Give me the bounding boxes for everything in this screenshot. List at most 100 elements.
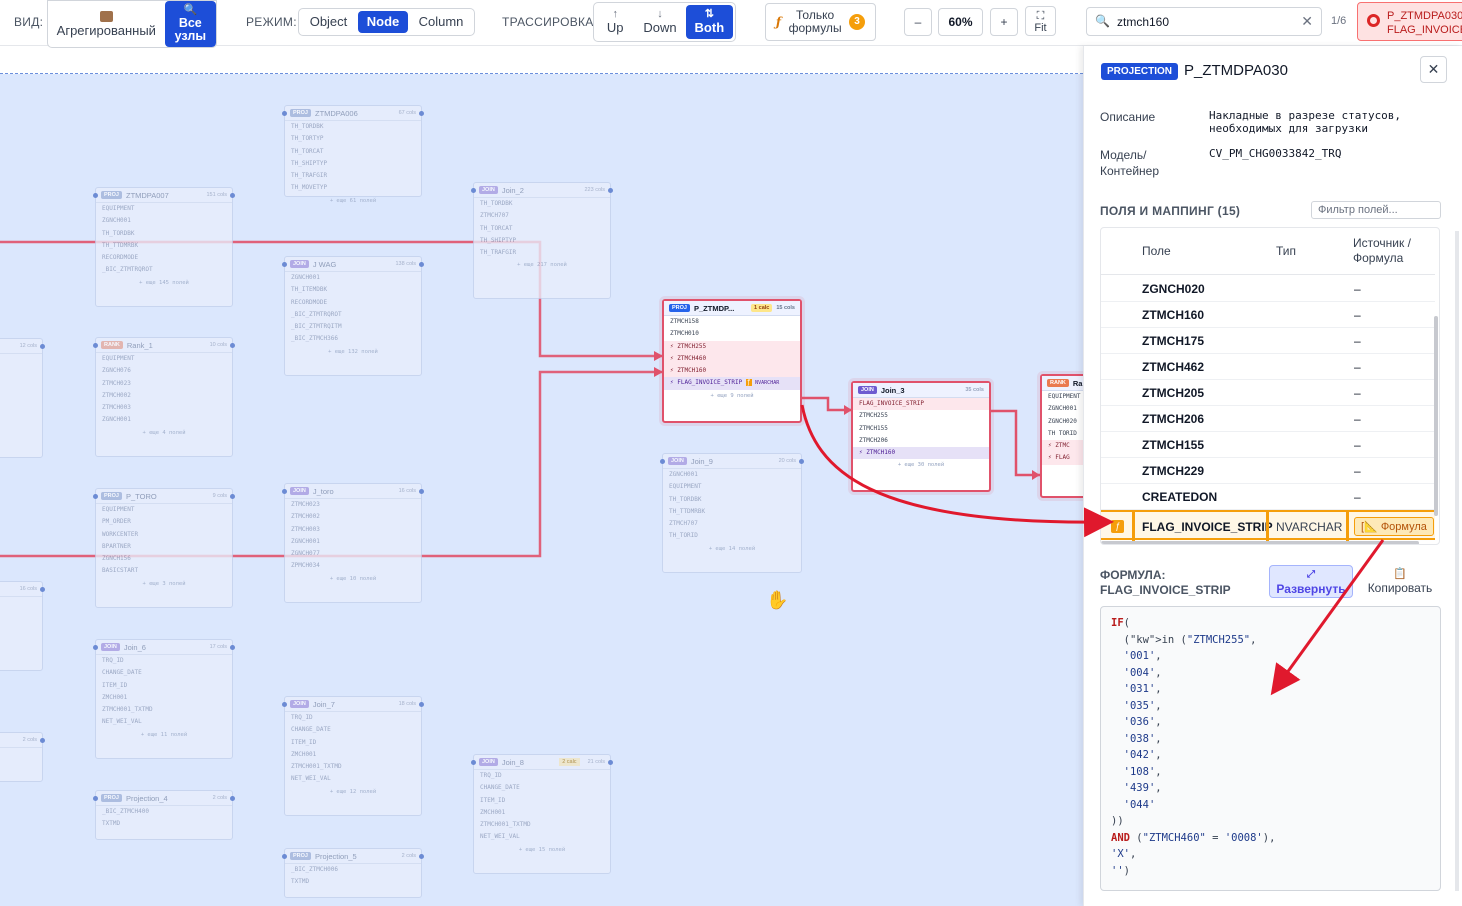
node-field[interactable]: _BIC_ZTMCH006 (285, 864, 421, 876)
node-field[interactable]: TH_TORDBK (663, 494, 801, 506)
node-port[interactable] (419, 702, 424, 707)
node-field[interactable]: NET_WEI_VAL (96, 716, 232, 728)
table-row[interactable]: ZTMCH175 – (1101, 328, 1435, 354)
node-port[interactable] (230, 645, 235, 650)
node-field[interactable]: FLAG_INVOICE_STRIP (853, 398, 989, 411)
node-field[interactable]: ZTMCH003 (285, 524, 421, 536)
graph-node[interactable]: 2 cols (0, 732, 45, 782)
table-row[interactable]: ZTMCH229 – (1101, 458, 1435, 484)
node-more-link[interactable]: + еще 145 полей (96, 277, 232, 289)
node-field[interactable]: ZTMCH010 (664, 328, 800, 340)
node-field[interactable]: NET_WEI_VAL (474, 831, 610, 843)
node-field[interactable]: WORKCENTER (96, 529, 232, 541)
node-field[interactable]: ZTMCH001_TXTMD (474, 819, 610, 831)
node-field[interactable]: ZGNCH001 (285, 272, 421, 284)
formula-badge[interactable]: [📐 Формула (1354, 517, 1434, 536)
node-port[interactable] (660, 459, 665, 464)
node-field[interactable]: ITEM_ID (474, 795, 610, 807)
node-field[interactable]: TH_TRAFGIR (474, 247, 610, 259)
node-field[interactable]: TH_TORTYP (285, 133, 421, 145)
node-more-link[interactable]: + еще 10 полей (285, 573, 421, 585)
node-port[interactable] (282, 854, 287, 859)
node-port[interactable] (93, 343, 98, 348)
node-port[interactable] (230, 193, 235, 198)
node-field[interactable]: NET_WEI_VAL (285, 773, 421, 785)
node-more-link[interactable]: + еще 12 полей (285, 786, 421, 798)
graph-node[interactable]: RANK Rank_1 10 cols EQUIPMENT ZGNCH076 ZTMCH0… (93, 337, 235, 457)
node-more-link[interactable]: + еще 14 полей (663, 543, 801, 555)
view-all-nodes-button[interactable]: 🔍 Все узлы (164, 1, 216, 47)
mode-object-button[interactable]: Object (299, 9, 358, 35)
node-field[interactable]: TH_TTDMRBK (96, 240, 232, 252)
node-field[interactable]: _BIC_ZTMCH366 (285, 333, 421, 345)
node-port[interactable] (419, 262, 424, 267)
node-field[interactable]: ZGNCH001 (1042, 403, 1083, 415)
node-port[interactable] (282, 111, 287, 116)
node-field[interactable]: ZGNCH001 (663, 469, 801, 481)
node-field[interactable]: ZTMCH023 (285, 499, 421, 511)
node-field[interactable]: TH_ITEMDBK (285, 284, 421, 296)
node-field[interactable]: ZGNCH077 (285, 548, 421, 560)
node-field[interactable]: ZGNCH001 (96, 215, 232, 227)
graph-node[interactable]: PROJ P_TORO 9 cols EQUIPMENT PM_ORDER WORKCEN… (93, 488, 235, 608)
node-field[interactable]: ⚡ ZTMC (1042, 440, 1083, 453)
node-field[interactable]: ZTMCH001_TXTMD (96, 704, 232, 716)
search-input[interactable]: ztmch160 (1117, 15, 1169, 29)
table-row[interactable]: ZTMCH206 – (1101, 406, 1435, 432)
node-field[interactable]: TH_TRAFGIR (285, 170, 421, 182)
node-field[interactable]: ITEM_ID (96, 680, 232, 692)
table-row[interactable]: ZTMCH155 – (1101, 432, 1435, 458)
fit-button[interactable]: ⛶ Fit (1025, 6, 1056, 36)
node-field[interactable]: ZMCH001 (96, 692, 232, 704)
node-field[interactable]: ⚡ ZTMCH160 (664, 365, 800, 378)
context-chip[interactable]: P_ZTMDPA030 FLAG_INVOICE_ (1357, 2, 1462, 41)
field-filter-input[interactable]: Фильтр полей... (1311, 201, 1441, 219)
node-field[interactable]: ZTMCH001_TXTMD (285, 761, 421, 773)
node-port[interactable] (419, 489, 424, 494)
graph-node[interactable]: JOIN Join_8 2 calc 21 cols TRQ_ID CHANGE_DATE… (471, 754, 613, 874)
node-field[interactable]: TRQ_ID (96, 655, 232, 667)
node-field[interactable]: TRQ_ID (285, 712, 421, 724)
graph-node[interactable]: 16 cols (0, 581, 45, 671)
node-field[interactable]: TH_SHIPTYP (474, 235, 610, 247)
graph-node[interactable]: PROJ Projection_4 2 cols _BIC_ZTMCH400 TXTMD (93, 790, 235, 840)
formulas-only-toggle[interactable]: ƒ Только формулы 3 (765, 3, 876, 41)
node-field[interactable]: RECORDMODE (96, 252, 232, 264)
node-port[interactable] (230, 796, 235, 801)
node-field[interactable]: TH_TORDBK (96, 228, 232, 240)
node-field[interactable]: ZTMCH255 (853, 410, 989, 422)
node-more-link[interactable]: + еще 61 полей (285, 195, 421, 207)
table-row-selected[interactable]: ƒ FLAG_INVOICE_STRIP NVARCHAR [📐 Формула (1101, 510, 1435, 542)
table-row[interactable]: ZTMCH160 – (1101, 302, 1435, 328)
trace-both-button[interactable]: ⇅ Both (685, 5, 733, 39)
node-field[interactable]: EQUIPMENT (96, 353, 232, 365)
node-field[interactable]: ZTMCH707 (663, 518, 801, 530)
node-more-link[interactable]: + еще 3 полей (96, 578, 232, 590)
col-type-header[interactable]: Тип (1276, 244, 1296, 258)
table-row[interactable]: ZGNCH020 – (1101, 276, 1435, 302)
node-field[interactable]: _BIC_ZTMTRQROT (285, 309, 421, 321)
graph-node[interactable]: JOIN Join_6 17 cols TRQ_ID CHANGE_DATE ITEM_I… (93, 639, 235, 759)
graph-node[interactable]: 12 cols (0, 338, 45, 458)
node-field[interactable]: ZTMCH155 (853, 423, 989, 435)
node-port[interactable] (282, 702, 287, 707)
node-field[interactable]: TH_TTDMRBK (663, 506, 801, 518)
mode-column-button[interactable]: Column (408, 9, 474, 35)
node-field[interactable]: ZGNCH076 (96, 365, 232, 377)
node-port[interactable] (40, 738, 45, 743)
node-more-link[interactable]: + еще 4 полей (96, 427, 232, 439)
node-port[interactable] (93, 193, 98, 198)
graph-node[interactable]: JOIN Join_7 18 cols TRQ_ID CHANGE_DATE ITEM_I… (282, 696, 424, 816)
panel-scrollbar[interactable] (1455, 231, 1459, 891)
node-more-link[interactable]: + еще 132 полей (285, 346, 421, 358)
horizontal-scrollbar[interactable] (1101, 541, 1419, 544)
node-field[interactable]: TH_SHIPTYP (285, 158, 421, 170)
node-port[interactable] (40, 344, 45, 349)
node-port[interactable] (471, 760, 476, 765)
graph-node[interactable]: PROJ ZTMDPA007 151 cols EQUIPMENT ZGNCH001 TH… (93, 187, 235, 307)
node-field[interactable]: TH_TORID (663, 530, 801, 542)
node-field[interactable]: TRQ_ID (474, 770, 610, 782)
node-field[interactable]: RECORDMODE (285, 297, 421, 309)
zoom-out-button[interactable]: – (904, 8, 932, 36)
join3-node[interactable]: JOIN Join_3 35 cols FLAG_INVOICE_STRIP ZTM… (851, 381, 991, 492)
